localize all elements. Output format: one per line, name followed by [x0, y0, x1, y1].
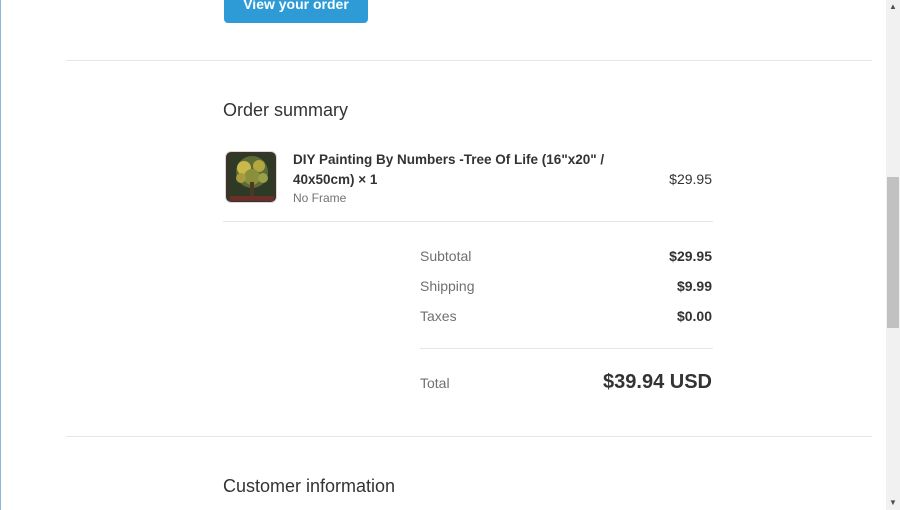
page-scrollbar[interactable]: ▲ ▼	[886, 0, 900, 510]
scrollbar-thumb[interactable]	[887, 177, 899, 328]
customer-information-title: Customer information	[223, 476, 396, 496]
product-divider	[223, 221, 713, 222]
tree-of-life-painting-thumbnail	[226, 152, 276, 202]
totals-divider	[420, 348, 713, 349]
shipping-label: Shipping	[420, 278, 475, 294]
section-divider	[66, 60, 872, 61]
total-label: Total	[420, 375, 450, 391]
chevron-down-icon[interactable]: ▼	[886, 496, 900, 510]
chevron-up-icon[interactable]: ▲	[886, 0, 900, 14]
view-order-button[interactable]: View your order	[224, 0, 368, 23]
shipping-value: $9.99	[676, 278, 712, 294]
product-price: $29.95	[669, 171, 712, 187]
total-value: $39.94 USD	[603, 371, 712, 393]
subtotal-label: Subtotal	[420, 248, 472, 264]
order-status-page: View your order Order summary DIY Painti…	[0, 0, 900, 510]
section-divider	[66, 436, 872, 437]
product-thumbnail	[225, 151, 277, 203]
taxes-value: $0.00	[676, 308, 712, 324]
product-name: DIY Painting By Numbers -Tree Of Life (1…	[293, 152, 605, 187]
subtotal-value: $29.95	[669, 248, 712, 264]
window-edge	[0, 0, 1, 510]
order-summary-title: Order summary	[223, 100, 349, 120]
product-variant: No Frame	[293, 191, 347, 205]
taxes-label: Taxes	[420, 308, 457, 324]
